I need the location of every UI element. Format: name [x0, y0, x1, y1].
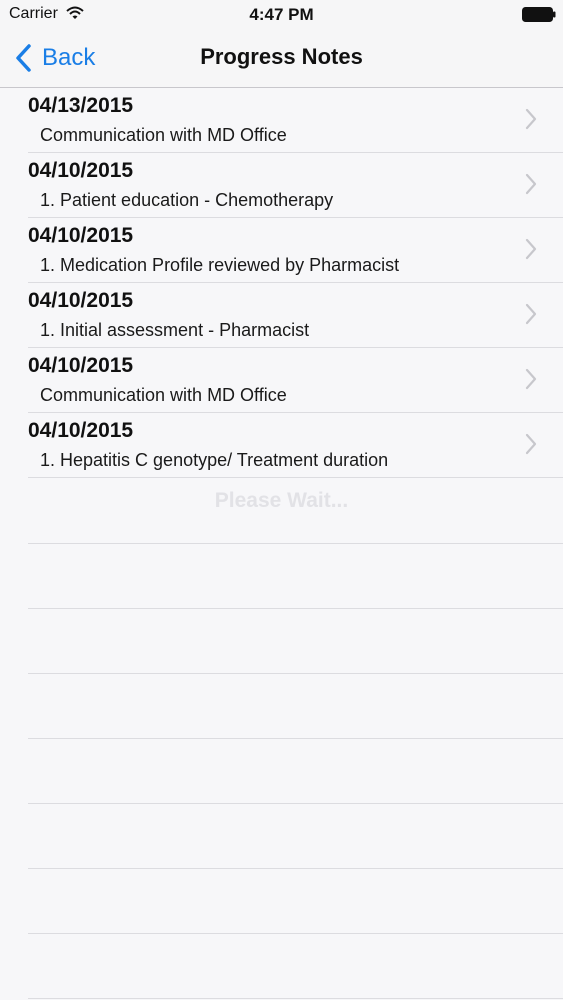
list-item[interactable]: 04/10/2015 1. Hepatitis C genotype/ Trea… [28, 413, 563, 478]
note-description: 1. Initial assessment - Pharmacist [40, 320, 310, 340]
note-description: 1. Hepatitis C genotype/ Treatment durat… [40, 450, 389, 470]
chevron-right-icon [525, 173, 537, 195]
chevron-right-icon [525, 433, 537, 455]
chevron-right-icon [525, 368, 537, 390]
list-separator [28, 543, 563, 544]
battery-icon [522, 7, 556, 22]
list-item[interactable]: 04/13/2015 Communication with MD Office [28, 88, 563, 153]
list-separator [28, 868, 563, 869]
navigation-bar: Back Progress Notes [0, 30, 563, 88]
note-date: 04/10/2015 [28, 159, 134, 182]
note-date: 04/10/2015 [28, 354, 134, 377]
list-separator [28, 933, 563, 934]
chevron-right-icon [525, 238, 537, 260]
page-title: Progress Notes [200, 44, 363, 69]
list-separator [28, 673, 563, 674]
list-item[interactable]: 04/10/2015 1. Patient education - Chemot… [28, 153, 563, 218]
chevron-right-icon [525, 303, 537, 325]
list-item[interactable]: 04/10/2015 1. Initial assessment - Pharm… [28, 283, 563, 348]
list-separator [28, 608, 563, 609]
note-date: 04/13/2015 [28, 94, 134, 117]
chevron-right-icon [525, 108, 537, 130]
list-item[interactable]: 04/10/2015 Communication with MD Office [28, 348, 563, 413]
list-separator [28, 738, 563, 739]
note-description: 1. Medication Profile reviewed by Pharma… [40, 255, 400, 275]
list-separator [28, 803, 563, 804]
note-date: 04/10/2015 [28, 224, 134, 247]
loading-indicator: Please Wait... [214, 489, 349, 512]
note-date: 04/10/2015 [28, 289, 134, 312]
status-time: 4:47 PM [249, 5, 314, 24]
note-description: 1. Patient education - Chemotherapy [40, 190, 334, 210]
status-bar: Carrier 4:47 PM [0, 0, 563, 30]
list-item[interactable]: 04/10/2015 1. Medication Profile reviewe… [28, 218, 563, 283]
note-description: Communication with MD Office [40, 385, 287, 405]
note-date: 04/10/2015 [28, 419, 134, 442]
progress-notes-list: 04/13/2015 Communication with MD Office … [0, 88, 563, 478]
list-separator [28, 998, 563, 999]
note-description: Communication with MD Office [40, 125, 287, 145]
